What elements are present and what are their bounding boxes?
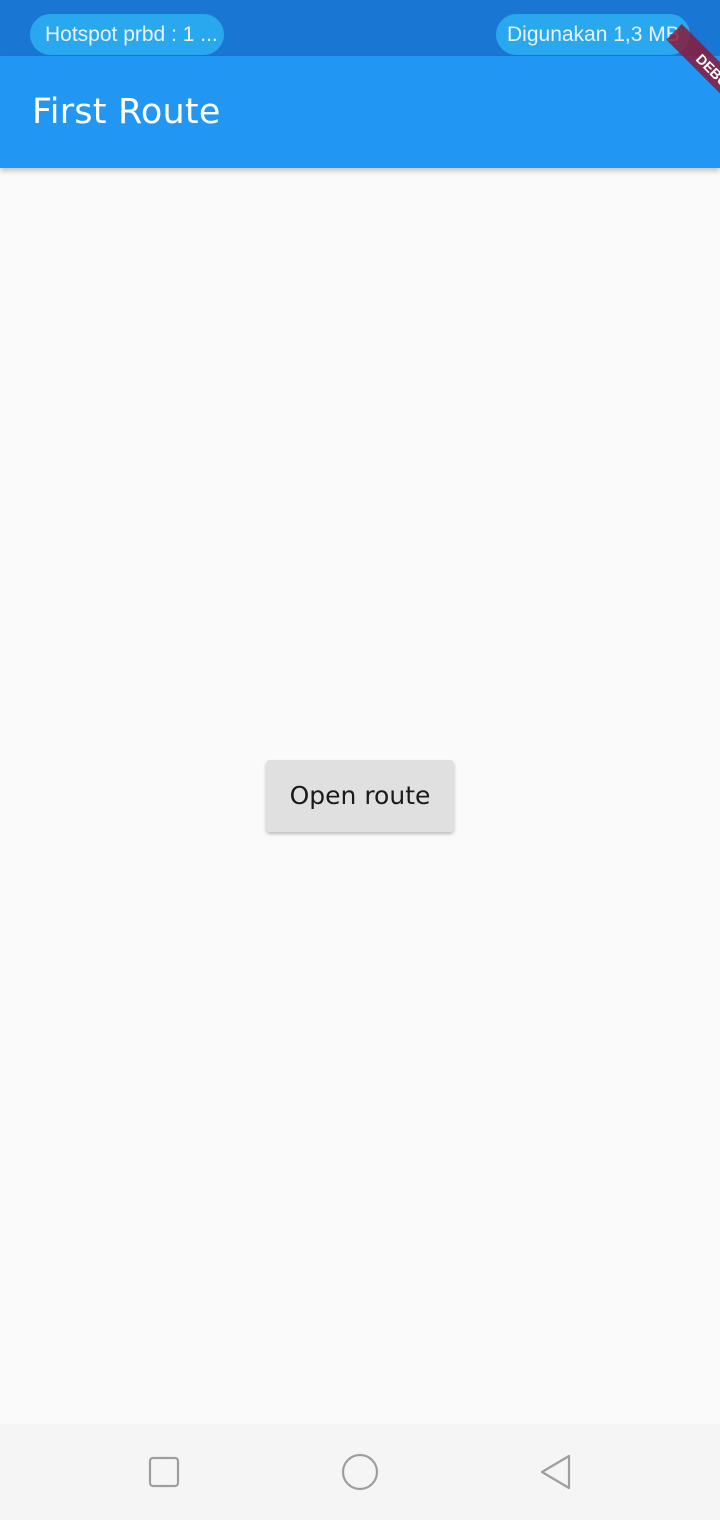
navigation-bar — [0, 1424, 720, 1520]
screen: Hotspot prbd : 1 ... Digunakan 1,3 MB Fi… — [0, 0, 720, 1520]
hotspot-notification-pill[interactable]: Hotspot prbd : 1 ... — [30, 14, 224, 55]
app-bar: First Route — [0, 56, 720, 168]
data-usage-pill[interactable]: Digunakan 1,3 MB — [496, 14, 690, 55]
recents-square-icon[interactable] — [144, 1452, 184, 1492]
open-route-button[interactable]: Open route — [266, 760, 454, 832]
status-bar: Hotspot prbd : 1 ... Digunakan 1,3 MB — [0, 0, 720, 56]
page-body: Open route — [0, 168, 720, 1424]
page-title: First Route — [32, 92, 221, 132]
home-circle-icon[interactable] — [340, 1452, 380, 1492]
back-triangle-icon[interactable] — [536, 1452, 576, 1492]
